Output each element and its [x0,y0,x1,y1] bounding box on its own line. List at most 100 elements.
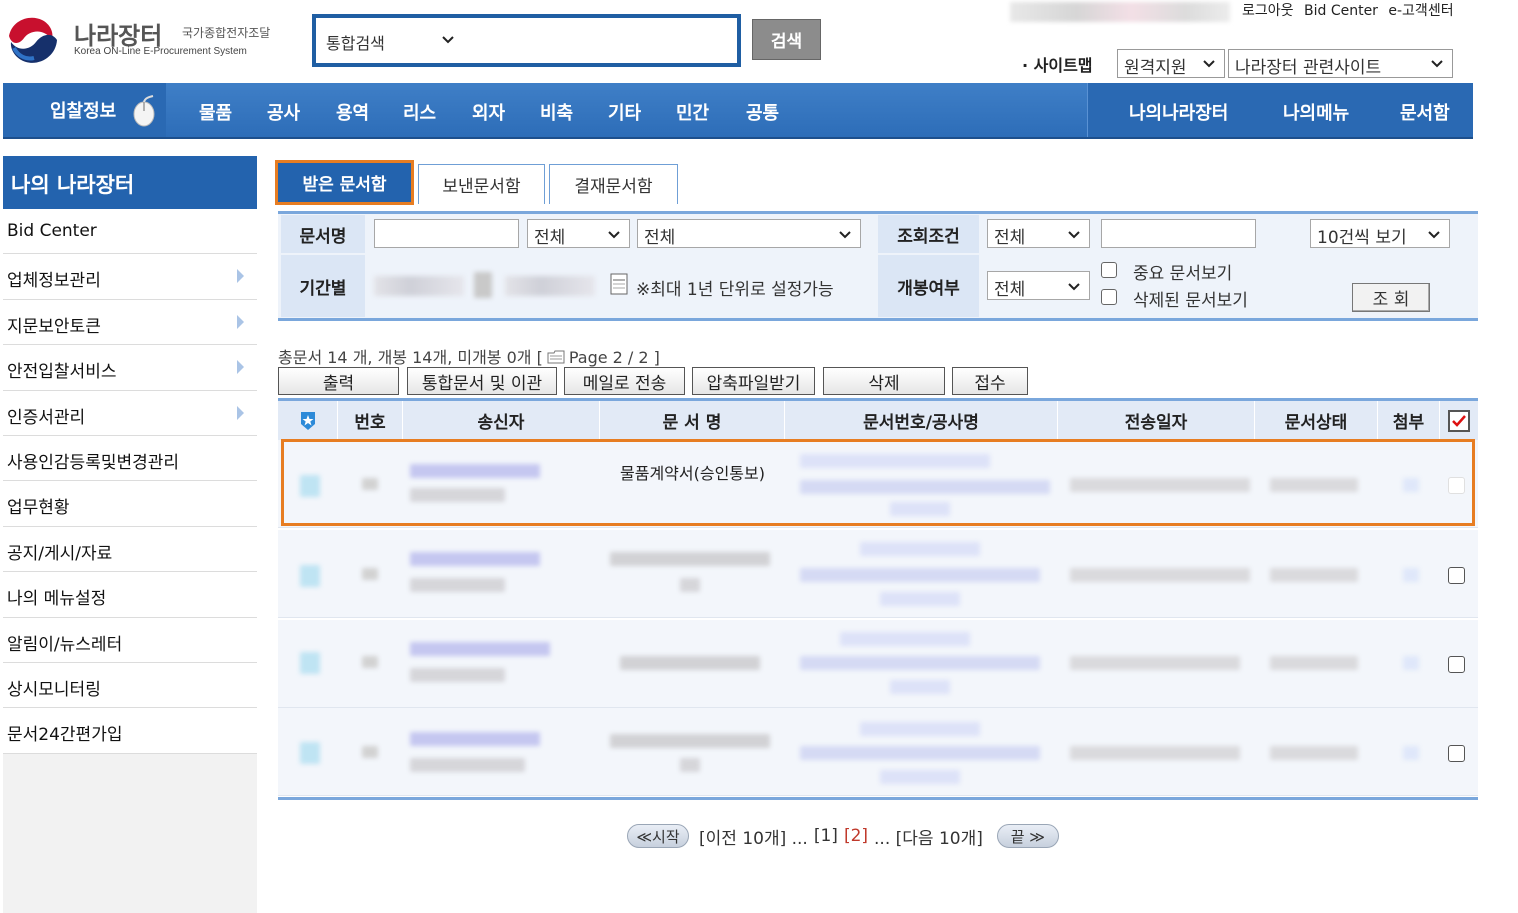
pager-first-button[interactable]: ≪시작 [627,824,689,848]
table-row[interactable] [278,620,1478,708]
merge-transfer-button[interactable]: 통합문서 및 이관 [407,367,557,395]
doc-project-name[interactable] [800,746,1040,760]
search-scope-select[interactable]: 통합검색 [326,30,385,54]
customer-center-link[interactable]: e-고객센터 [1388,3,1453,19]
attachment-icon[interactable] [1403,478,1419,492]
tab-approval-docs[interactable]: 결재문서함 [549,164,678,204]
nav-lease[interactable]: 리스 [403,99,436,125]
sidebar-item-work-status[interactable]: 업무현황 [3,481,257,527]
nav-bid-info[interactable]: 입찰정보 [3,83,166,137]
send-mail-button[interactable]: 메일로 전송 [564,367,685,395]
row-checkbox[interactable] [1448,567,1465,584]
attachment-icon[interactable] [1403,656,1419,670]
download-zip-button[interactable]: 압축파일받기 [692,367,815,395]
doc-project-name[interactable] [800,568,1040,582]
sidebar-item-fingerprint-token[interactable]: 지문보안토큰 [3,299,257,346]
doc-title[interactable]: 물품계약서(승인통보) [600,462,785,485]
delete-button[interactable]: 삭제 [823,367,945,395]
nav-stockpile[interactable]: 비축 [540,99,573,125]
attachment-icon[interactable] [1403,568,1419,582]
sidebar-item-seal-registration[interactable]: 사용인감등록및변경관리 [3,435,257,482]
page-size-select[interactable]: 10건씩 보기 [1310,219,1450,248]
calendar-icon[interactable] [474,272,492,298]
receive-button[interactable]: 접수 [952,367,1028,395]
sender-name[interactable] [410,642,550,656]
table-row[interactable] [278,530,1478,618]
remote-support-select[interactable]: 원격지원 [1117,49,1225,78]
important-flag-icon[interactable] [300,475,320,497]
tab-sent-docs[interactable]: 보낸문서함 [418,164,545,204]
deleted-docs-checkbox[interactable] [1101,289,1117,305]
calendar-icon[interactable] [610,272,628,296]
pager-page-2-current[interactable]: [2] [844,826,868,846]
important-flag-icon[interactable] [300,652,320,674]
select-all-checkbox[interactable] [1448,409,1470,432]
doc-title[interactable] [620,656,760,670]
pager-last-button[interactable]: 끝 ≫ [996,824,1059,848]
start-date-input[interactable] [374,276,464,296]
sidebar-item-safe-bidding[interactable]: 안전입찰서비스 [3,345,257,391]
nav-my-menu[interactable]: 나의메뉴 [1283,99,1349,125]
sidebar-item-doc24-signup[interactable]: 문서24간편가입 [3,708,257,754]
attachment-icon[interactable] [1403,746,1419,760]
bid-center-link[interactable]: Bid Center [1304,3,1378,19]
nav-foreign[interactable]: 외자 [472,99,505,125]
pager-next-10[interactable]: ... [다음 10개] [874,824,983,849]
end-date-input[interactable] [505,276,595,296]
condition-input[interactable] [1101,219,1256,248]
important-flag-icon[interactable] [300,565,320,587]
sidebar-item-notices[interactable]: 공지/게시/자료 [3,526,257,573]
sidebar-item-monitoring[interactable]: 상시모니터링 [3,662,257,709]
sidebar-item-newsletter[interactable]: 알림이/뉴스레터 [3,617,257,663]
opened-select[interactable]: 전체 [987,271,1090,300]
doc-number[interactable] [800,454,990,468]
header-select-all[interactable] [1440,401,1478,440]
nav-goods[interactable]: 물품 [199,99,232,125]
pager-prev-10[interactable]: [이전 10개] ... [699,824,808,849]
nav-my-narajangteo[interactable]: 나의나라장터 [1129,99,1228,125]
row-checkbox[interactable] [1448,745,1465,762]
search-box[interactable]: 통합검색 [312,14,741,67]
header-important[interactable] [278,401,338,440]
table-row[interactable] [278,440,1478,528]
nav-private[interactable]: 민간 [676,99,709,125]
inquire-button[interactable]: 조 회 [1352,283,1430,312]
sender-name[interactable] [410,464,540,478]
sidebar-item-certificate[interactable]: 인증서관리 [3,390,257,436]
nav-common[interactable]: 공통 [746,99,779,125]
sidebar-item-bid-center[interactable]: Bid Center [3,209,257,255]
doc-number[interactable] [840,632,970,646]
nav-other[interactable]: 기타 [608,99,641,125]
print-button[interactable]: 출력 [278,367,399,395]
logout-link[interactable]: 로그아웃 [1242,3,1294,19]
sender-name[interactable] [410,552,540,566]
important-flag-icon[interactable] [300,742,320,764]
site-logo[interactable]: 나라장터 국가종합전자조달 Korea ON-Line E-Procuremen… [4,10,304,70]
row-checkbox[interactable] [1448,656,1465,673]
important-docs-checkbox[interactable] [1101,262,1117,278]
sitemap-link[interactable]: · 사이트맵 [1022,52,1093,76]
search-button[interactable]: 검색 [752,19,821,60]
doc-project-name[interactable] [800,480,1050,494]
doc-title[interactable] [610,734,770,748]
sender-name[interactable] [410,732,540,746]
doc-type-select[interactable]: 전체 [527,219,630,248]
doc-number[interactable] [860,722,980,736]
doc-number[interactable] [860,542,980,556]
nav-service[interactable]: 용역 [336,99,369,125]
doc-project-name[interactable] [800,656,1040,670]
tab-received-docs[interactable]: 받은 문서함 [275,160,414,205]
related-sites-select[interactable]: 나라장터 관련사이트 [1228,49,1453,78]
pager-page-1[interactable]: [1] [814,826,838,846]
doc-title[interactable] [610,552,770,566]
table-row[interactable] [278,708,1478,796]
row-checkbox[interactable] [1448,477,1465,494]
doc-subtype-select[interactable]: 전체 [637,219,861,248]
sidebar-item-menu-settings[interactable]: 나의 메뉴설정 [3,572,257,618]
nav-document-box[interactable]: 문서함 [1400,99,1450,125]
nav-construction[interactable]: 공사 [267,99,300,125]
condition-select[interactable]: 전체 [987,219,1090,248]
chevron-down-icon[interactable] [440,32,456,48]
sidebar-item-company-info[interactable]: 업체정보관리 [3,254,257,300]
doc-name-input[interactable] [374,219,519,248]
